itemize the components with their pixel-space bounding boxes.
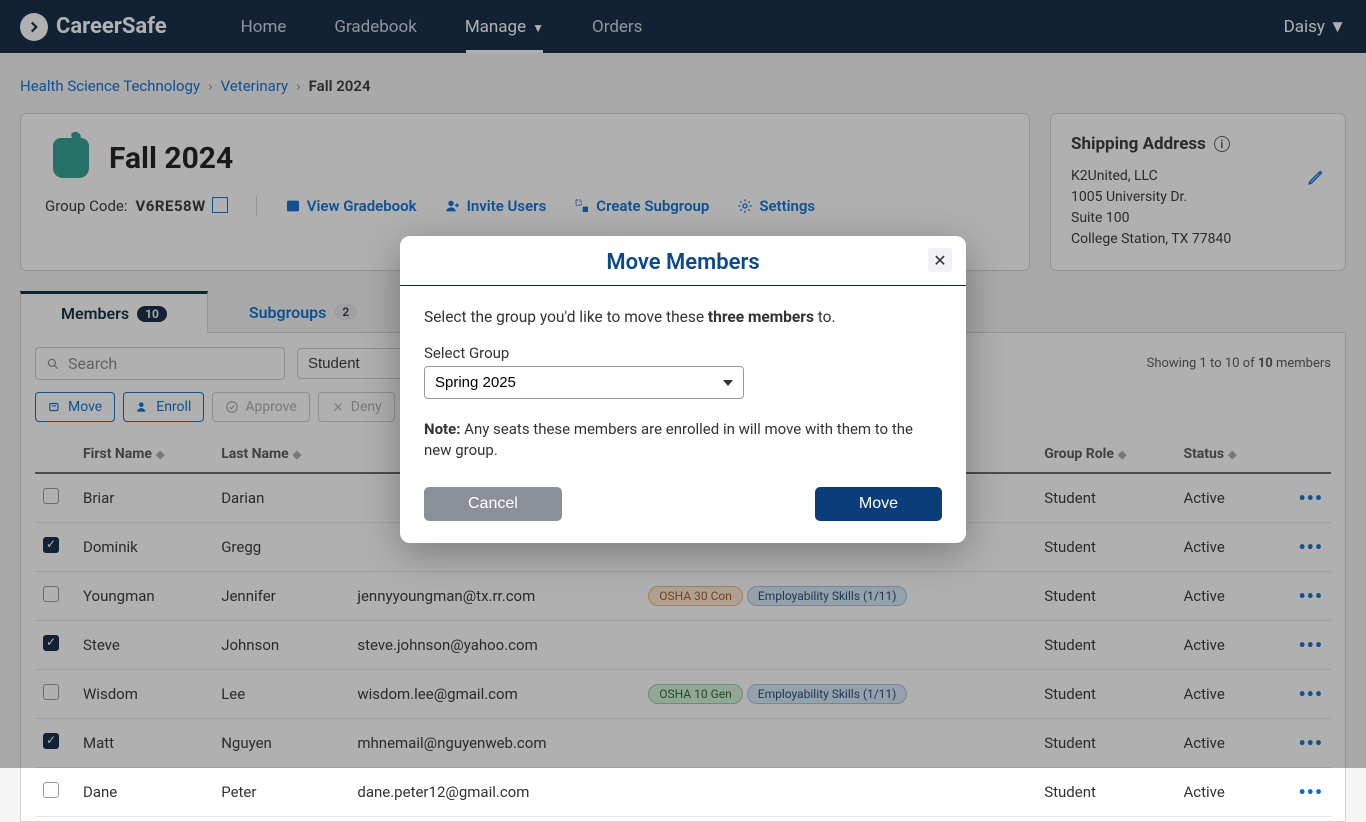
cell-first-name: Dane bbox=[75, 768, 213, 817]
cell-tags bbox=[640, 768, 1036, 817]
modal-note: Note: Any seats these members are enroll… bbox=[424, 419, 942, 461]
cancel-button[interactable]: Cancel bbox=[424, 487, 562, 521]
table-row: Dane Peter dane.peter12@gmail.com Studen… bbox=[35, 768, 1331, 817]
row-checkbox[interactable] bbox=[43, 782, 59, 798]
move-button[interactable]: Move bbox=[815, 487, 942, 521]
select-group-dropdown[interactable]: Spring 2025 bbox=[424, 366, 744, 399]
cell-email: dane.peter12@gmail.com bbox=[349, 768, 640, 817]
cell-role: Student bbox=[1036, 768, 1175, 817]
modal-prompt: Select the group you'd like to move thes… bbox=[424, 308, 942, 326]
row-menu-icon[interactable]: ••• bbox=[1298, 780, 1323, 804]
cell-last-name: Peter bbox=[213, 768, 349, 817]
move-members-modal: Move Members ✕ Select the group you'd li… bbox=[400, 236, 966, 543]
cell-status: Active bbox=[1175, 768, 1273, 817]
select-group-label: Select Group bbox=[424, 344, 942, 362]
modal-title: Move Members bbox=[606, 250, 759, 275]
close-icon[interactable]: ✕ bbox=[928, 248, 952, 272]
modal-overlay: Move Members ✕ Select the group you'd li… bbox=[0, 0, 1366, 768]
